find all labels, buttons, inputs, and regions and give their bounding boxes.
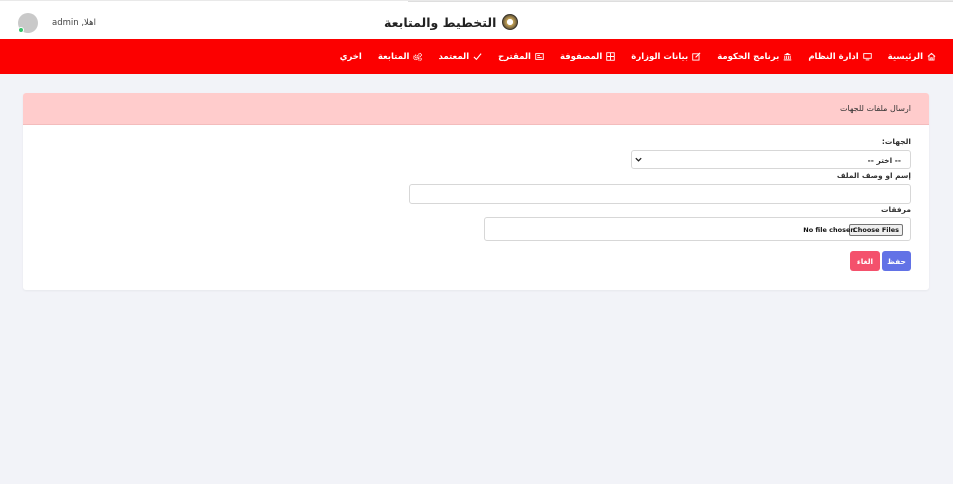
brand[interactable]: التخطيط والمتابعة [384, 12, 519, 32]
user-menu[interactable]: اهلا, admin [18, 13, 96, 33]
nav-item-other[interactable]: اخري [340, 52, 362, 62]
edit-icon [692, 52, 701, 61]
attachments-label: مرفقات [881, 205, 911, 214]
nav-item-followup[interactable]: المتابعة [378, 52, 423, 62]
nav-item-approved[interactable]: المعتمد [438, 52, 482, 62]
nav-item-label: بيانات الوزارة [631, 51, 689, 62]
main-navbar: الرئيسية ادارة النظام برنامج الحكومة بيا… [0, 39, 953, 74]
user-greeting: اهلا, admin [52, 18, 96, 28]
header-divider [408, 1, 953, 4]
cogs-icon [413, 52, 423, 61]
entities-label: الجهات: [881, 137, 911, 146]
nav-item-label: المقترح [498, 51, 531, 62]
monitor-icon [862, 52, 872, 61]
nav-menu: الرئيسية ادارة النظام برنامج الحكومة بيا… [324, 39, 936, 74]
choose-files-button[interactable]: Choose Files [848, 224, 903, 236]
nav-item-label: المتابعة [377, 51, 410, 62]
home-icon [927, 52, 936, 61]
attachments-file-input[interactable]: Choose Files No file chosen [484, 217, 911, 241]
check-icon [473, 52, 482, 61]
avatar[interactable] [18, 13, 38, 33]
send-files-card: ارسال ملفات للجهات الجهات: -- اختر -- إس… [23, 93, 929, 290]
no-file-text: No file chosen [803, 226, 855, 234]
save-button[interactable]: حفظ [882, 251, 911, 271]
ministry-logo-icon [502, 14, 519, 30]
nav-item-label: ادارة النظام [808, 51, 859, 62]
app-title: التخطيط والمتابعة [384, 14, 497, 30]
nav-item-system-admin[interactable]: ادارة النظام [808, 51, 872, 62]
grid-icon [606, 52, 616, 61]
online-status-icon [18, 27, 24, 33]
nav-item-label: برنامج الحكومة [717, 51, 780, 62]
nav-item-label: المعتمد [438, 51, 470, 62]
cancel-button[interactable]: الغاء [850, 251, 880, 271]
nav-item-label: المصفوفة [559, 51, 603, 62]
nav-item-government-program[interactable]: برنامج الحكومة [717, 52, 792, 62]
card-title: ارسال ملفات للجهات [840, 104, 911, 113]
nav-item-ministry-data[interactable]: بيانات الوزارة [631, 52, 701, 62]
bank-icon [783, 52, 792, 61]
file-name-label: إسم او وصف الملف [836, 171, 911, 180]
chevron-down-icon [634, 155, 643, 164]
nav-item-matrix[interactable]: المصفوفة [559, 51, 616, 62]
nav-item-home[interactable]: الرئيسية [888, 52, 936, 62]
id-card-icon [535, 52, 544, 61]
entities-select[interactable]: -- اختر -- [631, 150, 911, 169]
file-name-input[interactable] [409, 184, 911, 204]
card-header: ارسال ملفات للجهات [23, 93, 929, 125]
nav-item-label: اخري [339, 51, 362, 62]
nav-item-proposed[interactable]: المقترح [498, 52, 544, 62]
top-header: التخطيط والمتابعة اهلا, admin [0, 0, 953, 39]
entities-selected-value: -- اختر -- [867, 156, 901, 165]
nav-item-label: الرئيسية [887, 51, 923, 62]
